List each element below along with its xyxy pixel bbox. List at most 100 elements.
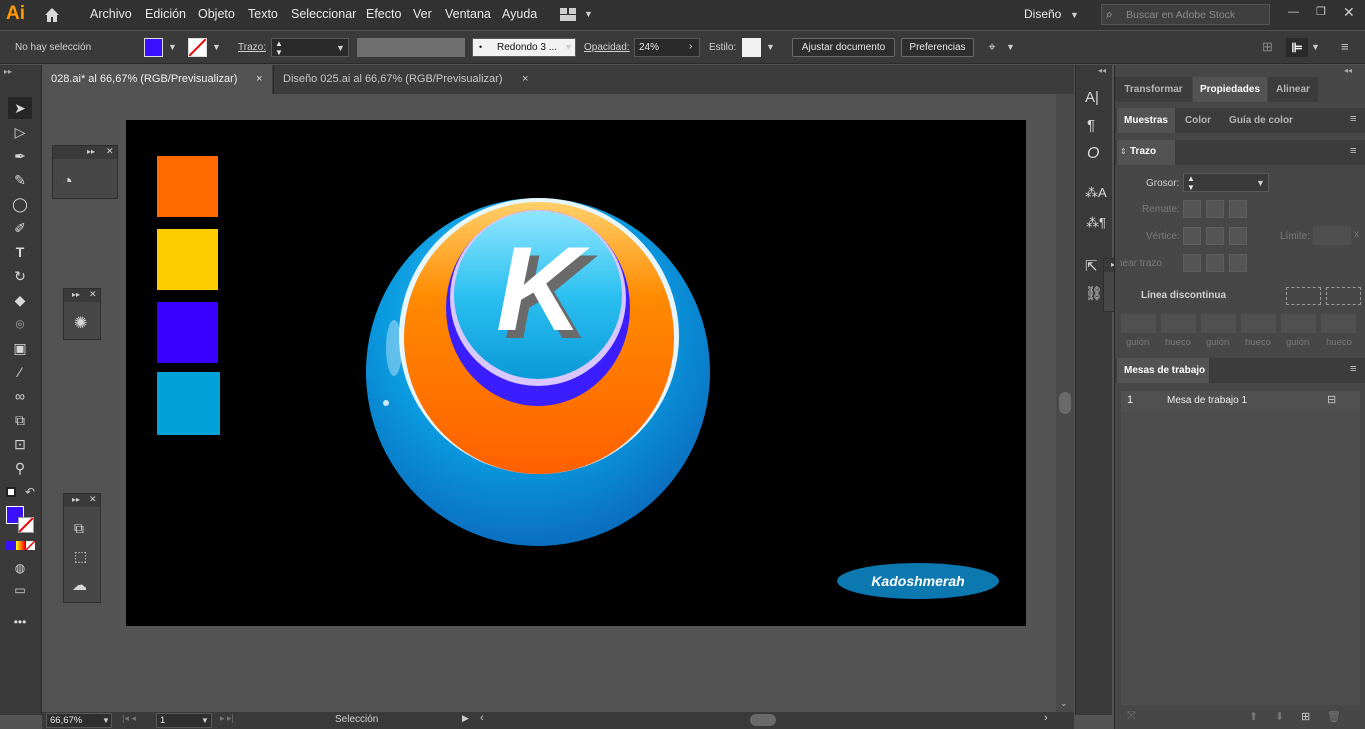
- dash-preserve-icon[interactable]: [1286, 287, 1321, 305]
- selection-tool-icon[interactable]: ➤: [8, 97, 32, 119]
- curvature-tool-icon[interactable]: ✎: [8, 169, 32, 191]
- none-mode-icon[interactable]: [25, 540, 36, 551]
- paragraph-icon[interactable]: ¶: [1087, 117, 1095, 134]
- dash-field-2[interactable]: [1201, 314, 1236, 333]
- preferences-button[interactable]: Preferencias: [901, 38, 974, 57]
- menu-objeto[interactable]: Objeto: [198, 0, 235, 30]
- panel-menu-icon[interactable]: ⊫: [1286, 38, 1308, 57]
- tab-alinear[interactable]: Alinear: [1268, 77, 1318, 102]
- limit-field[interactable]: [1313, 226, 1351, 245]
- close-icon[interactable]: ×: [522, 65, 528, 94]
- tab-color[interactable]: Color: [1177, 108, 1219, 133]
- chevron-down-icon[interactable]: ▼: [212, 42, 221, 52]
- scroll-right-icon[interactable]: ›: [1044, 712, 1048, 724]
- menu-ventana[interactable]: Ventana: [445, 0, 491, 30]
- panel-menu-icon[interactable]: ≡: [1350, 145, 1356, 157]
- scroll-down-icon[interactable]: ⌄: [1060, 698, 1068, 709]
- menu-efecto[interactable]: Efecto: [366, 0, 401, 30]
- links-icon[interactable]: ⛓: [1085, 285, 1103, 302]
- brush-definition[interactable]: • Redondo 3 ...: [472, 38, 576, 57]
- variable-width-profile[interactable]: [357, 38, 465, 57]
- artboard[interactable]: K K Kadoshmerah: [126, 120, 1026, 626]
- paragraph-styles-icon[interactable]: ⁂¶: [1086, 215, 1106, 231]
- paintbrush-tool-icon[interactable]: ✐: [8, 217, 32, 239]
- status-menu-icon[interactable]: ▶: [462, 713, 469, 724]
- transform-icon[interactable]: ⌖: [984, 39, 1000, 55]
- grid-icon[interactable]: ⊞: [1262, 39, 1273, 55]
- chevron-down-icon[interactable]: ▼: [766, 42, 775, 52]
- last-artboard-icon[interactable]: ▸ ▸|: [220, 713, 234, 724]
- close-icon[interactable]: ✕: [89, 494, 97, 505]
- zoom-tool-icon[interactable]: ⚲: [8, 457, 32, 479]
- chevron-down-icon[interactable]: ▼: [168, 42, 177, 52]
- opacity-label[interactable]: Opacidad:: [584, 31, 630, 64]
- tab-028[interactable]: 028.ai* al 66,67% (RGB/Previsualizar) ×: [42, 65, 272, 94]
- hamburger-icon[interactable]: ≡: [1341, 39, 1349, 54]
- stroke-label[interactable]: Trazo:: [238, 31, 266, 64]
- menu-ver[interactable]: Ver: [413, 0, 432, 30]
- default-colors-icon[interactable]: [6, 487, 16, 497]
- navigator-icon[interactable]: ◔: [62, 171, 73, 192]
- swatch-blue[interactable]: [157, 372, 220, 435]
- scroll-thumb[interactable]: [1059, 392, 1071, 414]
- miter-join-icon[interactable]: [1183, 227, 1201, 245]
- dash-field-1[interactable]: [1121, 314, 1156, 333]
- round-cap-icon[interactable]: [1206, 200, 1224, 218]
- close-icon[interactable]: ✕: [106, 146, 114, 157]
- arrange-documents-icon[interactable]: [560, 8, 576, 21]
- tab-trazo[interactable]: Trazo: [1130, 146, 1156, 157]
- stroke-weight-field[interactable]: ▲ ▼ ▼: [1183, 173, 1269, 192]
- tab-diseno-025[interactable]: Diseño 025.ai al 66,67% (RGB/Previsualiz…: [273, 65, 535, 94]
- restore-icon[interactable]: ❐: [1316, 5, 1326, 18]
- swatch-yellow[interactable]: [157, 229, 218, 290]
- panel-menu-icon[interactable]: ≡: [1350, 363, 1356, 375]
- close-icon[interactable]: ✕: [89, 289, 97, 300]
- align-center-icon[interactable]: [1183, 254, 1201, 272]
- tab-guia-color[interactable]: Guía de color: [1221, 108, 1301, 133]
- chevron-down-icon[interactable]: ▼: [336, 43, 345, 53]
- tab-mesas-trabajo[interactable]: Mesas de trabajo: [1124, 365, 1205, 376]
- tab-muestras[interactable]: Muestras: [1117, 108, 1175, 133]
- stepper-arrows-icon[interactable]: ▲ ▼: [1187, 174, 1195, 192]
- character-icon[interactable]: A|: [1085, 89, 1099, 106]
- asset-export-icon[interactable]: ⇱: [1085, 257, 1098, 275]
- chevron-down-icon[interactable]: ▼: [201, 716, 209, 725]
- pathfinder-icon[interactable]: ⧉: [74, 520, 84, 537]
- gap-field-2[interactable]: [1241, 314, 1276, 333]
- chevron-down-icon[interactable]: ▼: [1070, 10, 1079, 20]
- eyedropper-tool-icon[interactable]: ⁄: [8, 361, 32, 383]
- swap-colors-icon[interactable]: ↶: [25, 485, 35, 499]
- chevron-down-icon[interactable]: ▼: [564, 42, 573, 52]
- round-join-icon[interactable]: [1206, 227, 1224, 245]
- eraser-tool-icon[interactable]: ◆: [8, 289, 32, 311]
- color-mode-icon[interactable]: [6, 541, 15, 550]
- rearrange-icon[interactable]: ⤧: [1127, 710, 1136, 723]
- lasso-tool-icon[interactable]: ⌾: [8, 313, 32, 335]
- stroke-swatch[interactable]: [188, 38, 207, 57]
- rotate-tool-icon[interactable]: ↻: [8, 265, 32, 287]
- opacity-field[interactable]: 24% ›: [634, 38, 700, 57]
- zoom-field[interactable]: 66,67% ▼: [46, 713, 112, 728]
- artboard-row[interactable]: 1 Mesa de trabajo 1 ⊟: [1121, 391, 1360, 412]
- stroke-color-box[interactable]: [18, 517, 34, 533]
- menu-texto[interactable]: Texto: [248, 0, 278, 30]
- blend-tool-icon[interactable]: ∞: [8, 385, 32, 407]
- first-artboard-icon[interactable]: |◂ ◂: [122, 713, 136, 724]
- chevron-down-icon[interactable]: ▼: [1311, 42, 1320, 52]
- export-icon[interactable]: ⬚: [74, 548, 87, 565]
- gradient-tool-icon[interactable]: ▣: [8, 337, 32, 359]
- artboard-options-icon[interactable]: ⊟: [1327, 393, 1336, 406]
- expand-icon[interactable]: ◂◂: [1098, 66, 1106, 75]
- menu-edicion[interactable]: Edición: [145, 0, 186, 30]
- shape-builder-tool-icon[interactable]: ⧉: [8, 409, 32, 431]
- pen-tool-icon[interactable]: ✒: [8, 145, 32, 167]
- chevron-down-icon[interactable]: ▼: [102, 716, 110, 725]
- signature-badge[interactable]: Kadoshmerah: [836, 562, 1000, 600]
- scroll-left-icon[interactable]: ‹: [480, 712, 484, 724]
- move-up-icon[interactable]: ⬆: [1249, 710, 1258, 723]
- style-swatch[interactable]: [742, 38, 761, 57]
- square-cap-icon[interactable]: [1229, 200, 1247, 218]
- gap-field-3[interactable]: [1321, 314, 1356, 333]
- move-down-icon[interactable]: ⬇: [1275, 710, 1284, 723]
- artboard-number-field[interactable]: 1 ▼: [156, 713, 212, 728]
